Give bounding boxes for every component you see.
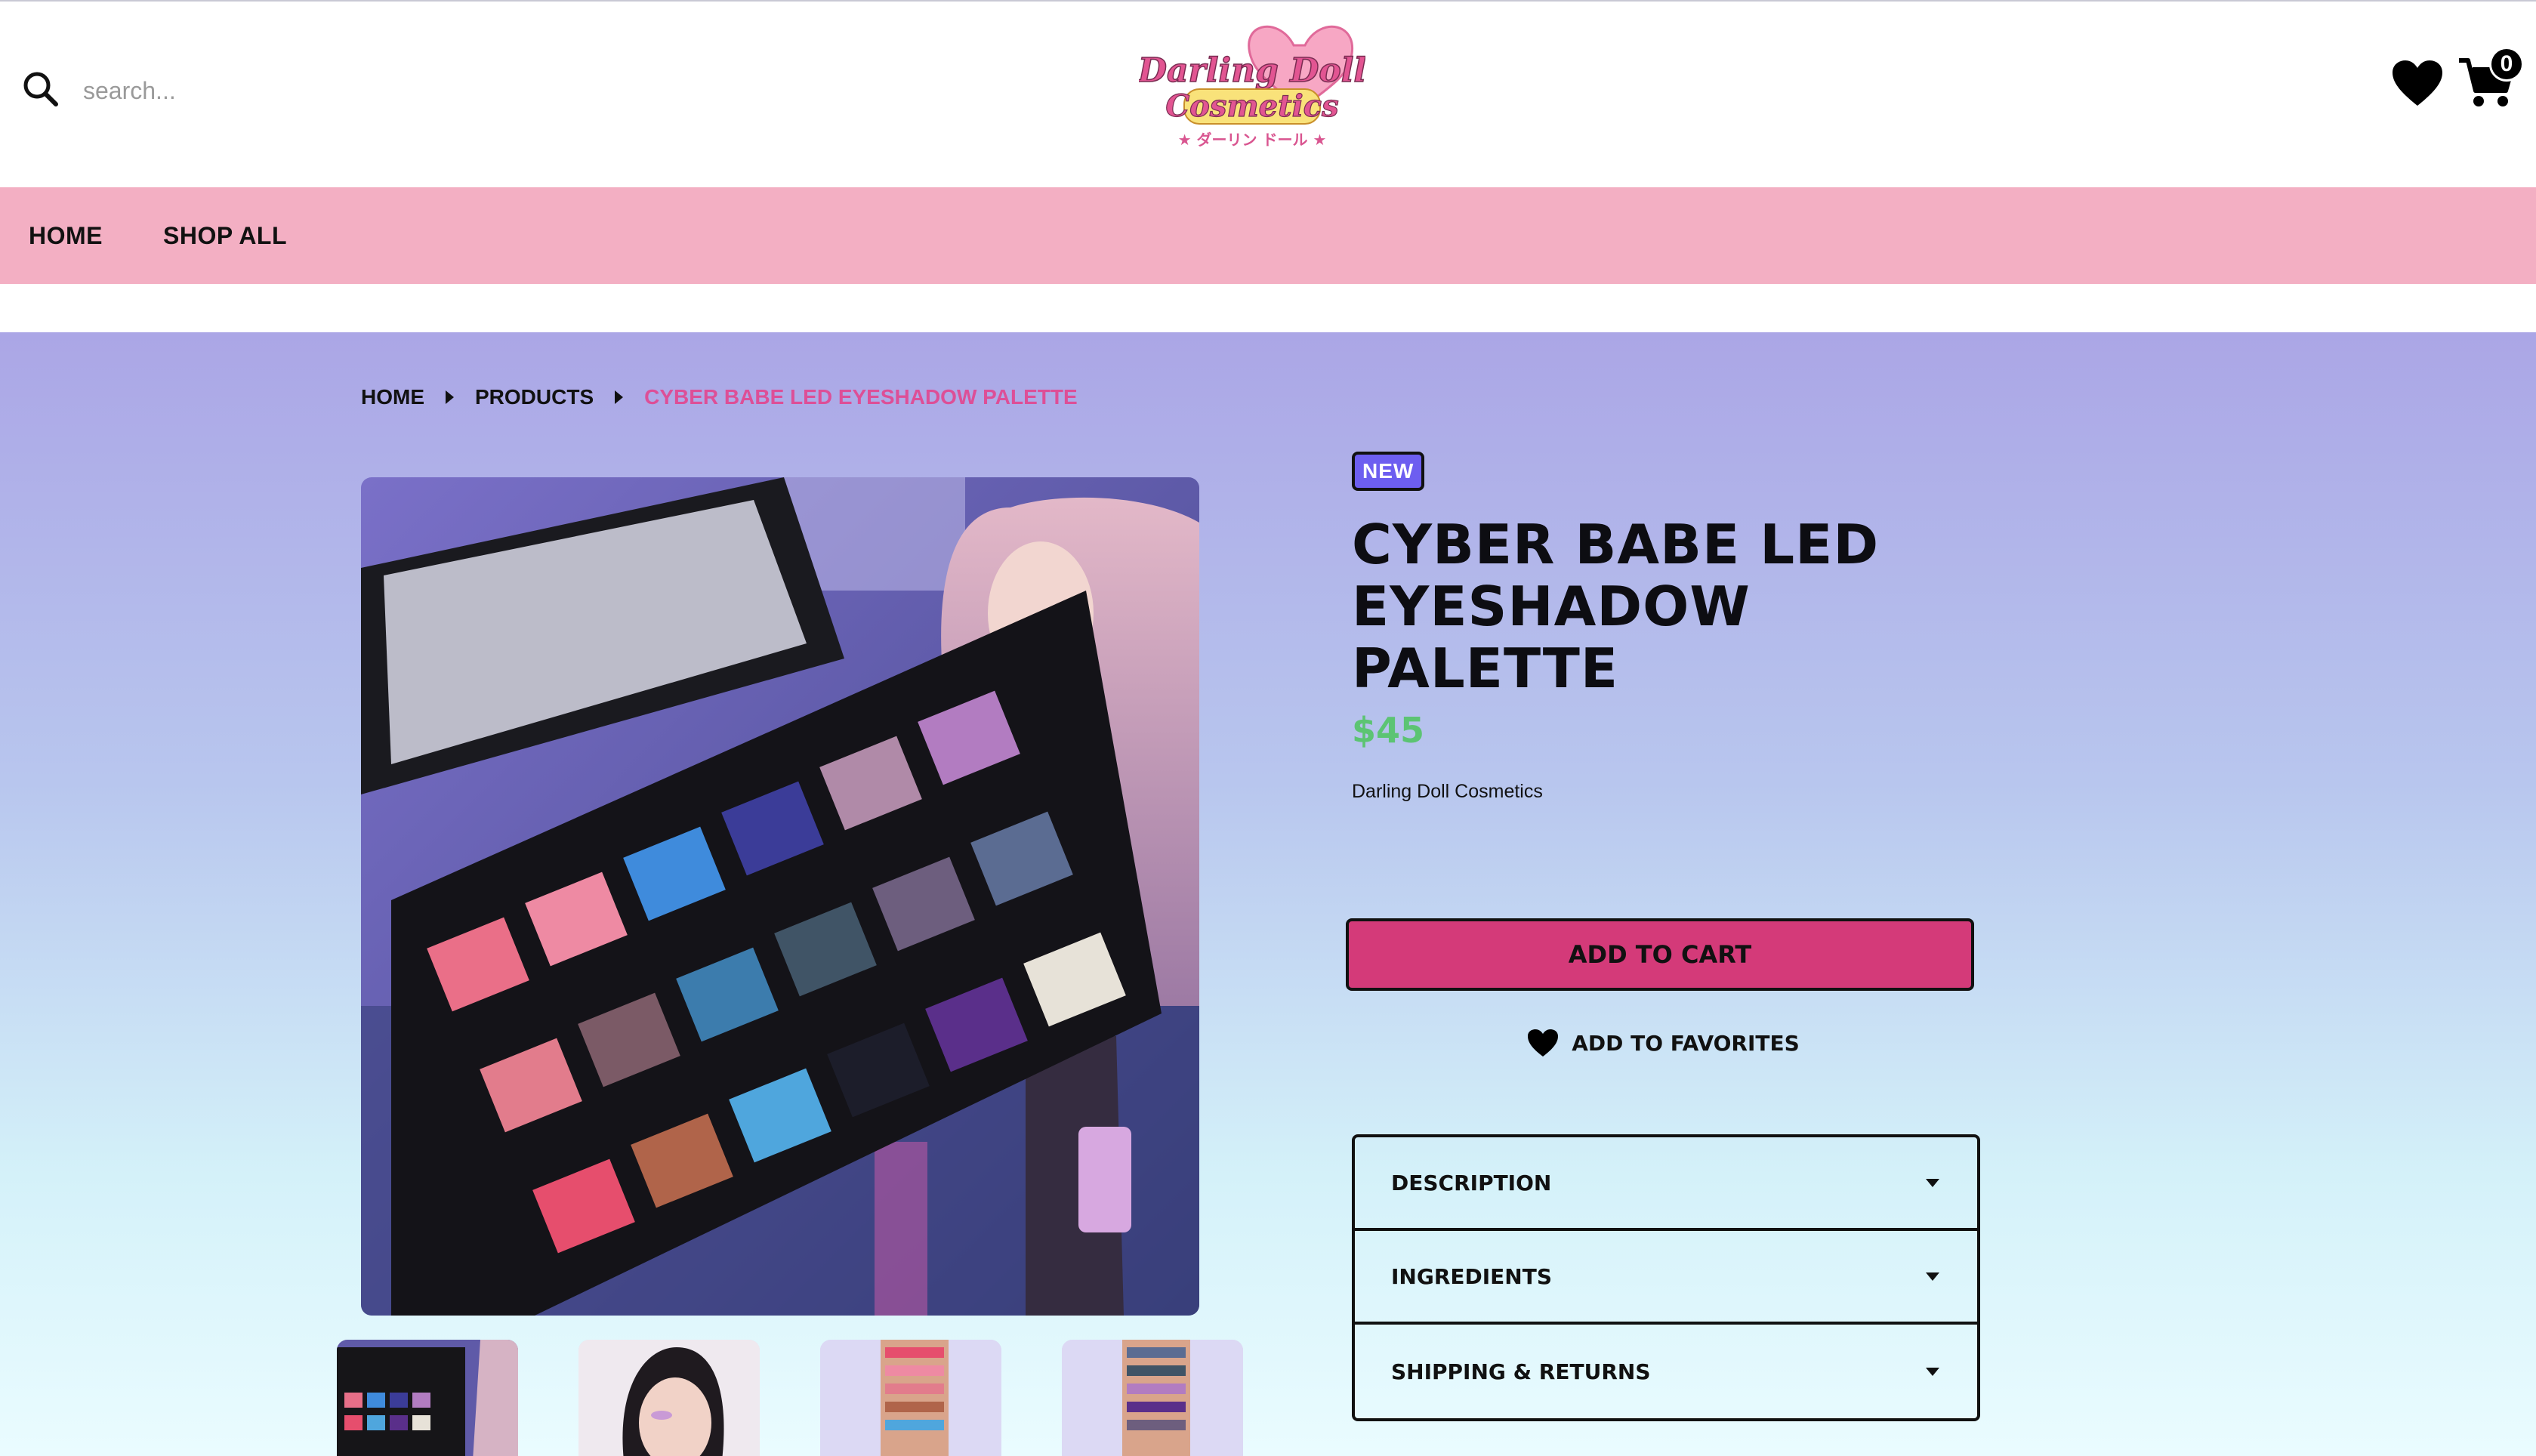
search-input[interactable] bbox=[83, 68, 536, 113]
chevron-right-icon bbox=[615, 390, 624, 404]
cart-button[interactable]: 0 bbox=[2457, 46, 2524, 114]
search-icon[interactable] bbox=[21, 69, 60, 113]
accordion-ingredients-label: INGREDIENTS bbox=[1391, 1263, 1553, 1289]
heart-icon bbox=[1528, 1029, 1559, 1057]
thumbnail-swatch-arm-1[interactable] bbox=[820, 1340, 1001, 1456]
product-price: $45 bbox=[1352, 710, 1425, 751]
main-navigation: HOME SHOP ALL bbox=[0, 187, 2536, 284]
thumbnail-palette[interactable] bbox=[337, 1340, 518, 1456]
breadcrumb-home[interactable]: HOME bbox=[361, 385, 424, 409]
thumbnail-swatch-arm-2[interactable] bbox=[1062, 1340, 1243, 1456]
accordion-shipping-returns[interactable]: SHIPPING & RETURNS bbox=[1355, 1325, 1977, 1418]
product-accordion: DESCRIPTION INGREDIENTS SHIPPING & RETUR… bbox=[1352, 1134, 1980, 1421]
nav-item-shop-all[interactable]: SHOP ALL bbox=[163, 222, 287, 250]
search-bar bbox=[21, 68, 536, 113]
add-to-cart-button[interactable]: ADD TO CART bbox=[1346, 918, 1974, 991]
svg-text:★ ダーリン ドール ★: ★ ダーリン ドール ★ bbox=[1178, 131, 1327, 149]
chevron-right-icon bbox=[446, 390, 454, 404]
site-header: Darling Doll Cosmetics ★ ダーリン ドール ★ 0 bbox=[0, 0, 2536, 187]
product-main-image[interactable] bbox=[361, 477, 1199, 1316]
caret-down-icon bbox=[1926, 1178, 1939, 1187]
add-to-favorites-button[interactable]: ADD TO FAVORITES bbox=[1352, 1024, 1974, 1062]
product-thumbnails bbox=[337, 1340, 1243, 1456]
breadcrumb-current: CYBER BABE LED EYESHADOW PALETTE bbox=[644, 385, 1078, 409]
header-actions: 0 bbox=[2391, 46, 2524, 122]
nav-item-home[interactable]: HOME bbox=[29, 222, 103, 250]
accordion-ingredients[interactable]: INGREDIENTS bbox=[1355, 1231, 1977, 1325]
thumbnail-model[interactable] bbox=[578, 1340, 760, 1456]
breadcrumb: HOME PRODUCTS CYBER BABE LED EYESHADOW P… bbox=[361, 382, 1078, 412]
product-title: CYBER BABE LED EYESHADOW PALETTE bbox=[1352, 513, 1880, 700]
brand-logo[interactable]: Darling Doll Cosmetics ★ ダーリン ドール ★ bbox=[1136, 15, 1367, 159]
favorites-heart-icon[interactable] bbox=[2391, 59, 2444, 111]
breadcrumb-products[interactable]: PRODUCTS bbox=[475, 385, 594, 409]
accordion-description-label: DESCRIPTION bbox=[1391, 1170, 1552, 1195]
product-vendor: Darling Doll Cosmetics bbox=[1352, 781, 1543, 802]
product-info: NEW CYBER BABE LED EYESHADOW PALETTE $45… bbox=[1346, 452, 1986, 1421]
cart-count-badge: 0 bbox=[2489, 46, 2524, 82]
product-page: HOME PRODUCTS CYBER BABE LED EYESHADOW P… bbox=[0, 332, 2536, 1456]
caret-down-icon bbox=[1926, 1367, 1939, 1376]
new-badge: NEW bbox=[1352, 452, 1425, 491]
add-to-favorites-label: ADD TO FAVORITES bbox=[1572, 1030, 1800, 1056]
caret-down-icon bbox=[1926, 1272, 1939, 1281]
accordion-shipping-label: SHIPPING & RETURNS bbox=[1391, 1359, 1651, 1384]
svg-text:Darling Doll: Darling Doll bbox=[1139, 51, 1365, 90]
svg-text:Cosmetics: Cosmetics bbox=[1165, 88, 1338, 124]
accordion-description[interactable]: DESCRIPTION bbox=[1355, 1137, 1977, 1231]
